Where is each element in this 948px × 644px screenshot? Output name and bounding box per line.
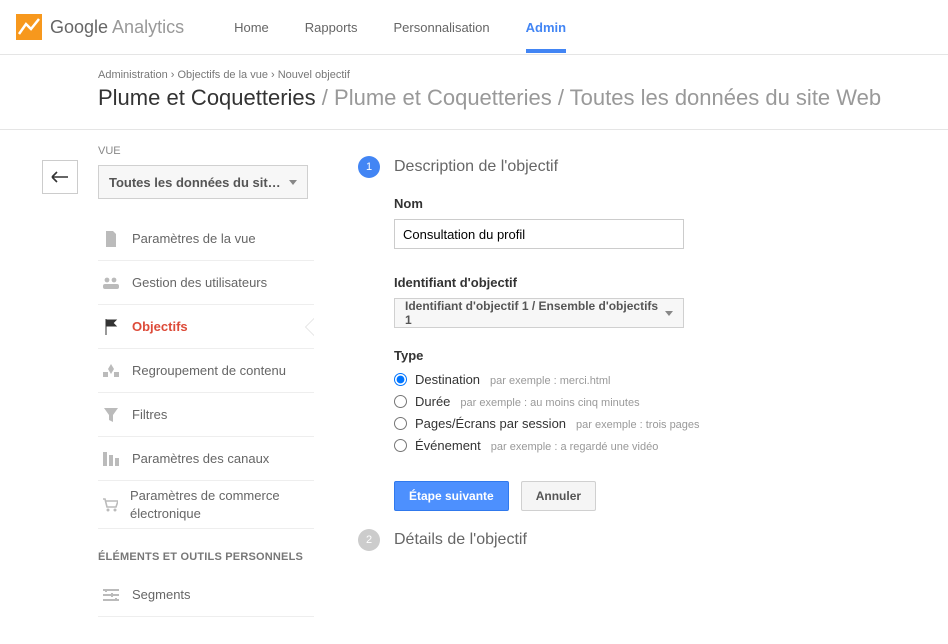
- breadcrumb: Administration › Objectifs de la vue › N…: [98, 69, 948, 81]
- nav-home[interactable]: Home: [234, 2, 269, 53]
- type-duration-label: Durée: [415, 394, 450, 409]
- cancel-button[interactable]: Annuler: [521, 481, 596, 511]
- name-label: Nom: [394, 196, 928, 211]
- type-pages-label: Pages/Écrans par session: [415, 416, 566, 431]
- type-pages-row[interactable]: Pages/Écrans par session par exemple : t…: [394, 415, 928, 431]
- goal-form: Nom Identifiant d'objectif Identifiant d…: [358, 196, 928, 511]
- main-nav: Home Rapports Personnalisation Admin: [234, 2, 566, 53]
- group-icon: [102, 364, 120, 378]
- nav-admin[interactable]: Admin: [526, 2, 566, 53]
- type-duration-radio[interactable]: [394, 395, 407, 408]
- body-wrap: VUE Toutes les données du sit… Paramètre…: [0, 130, 948, 617]
- file-icon: [102, 231, 120, 247]
- logo-analytics-text: Analytics: [112, 17, 184, 38]
- sidebar-item-view-settings[interactable]: Paramètres de la vue: [98, 217, 314, 261]
- sidebar-item-filters[interactable]: Filtres: [98, 393, 314, 437]
- title-view: Toutes les données du site Web: [570, 85, 881, 110]
- sidebar-item-label: Gestion des utilisateurs: [132, 275, 267, 290]
- sidebar-item-label: Filtres: [132, 407, 167, 422]
- back-button[interactable]: [42, 160, 78, 194]
- back-arrow-icon: [51, 171, 69, 183]
- step1-title: Description de l'objectif: [394, 158, 558, 176]
- title-account: Plume et Coquetteries: [98, 85, 316, 110]
- segments-icon: [102, 589, 120, 601]
- top-header: Google Analytics Home Rapports Personnal…: [0, 0, 948, 55]
- sidebar-item-label: Segments: [132, 587, 191, 602]
- step2-header: 2 Détails de l'objectif: [358, 529, 928, 551]
- sidebar-list: Paramètres de la vue Gestion des utilisa…: [98, 217, 314, 529]
- type-duration-row[interactable]: Durée par exemple : au moins cinq minute…: [394, 393, 928, 409]
- nav-reports[interactable]: Rapports: [305, 2, 358, 53]
- goalid-label: Identifiant d'objectif: [394, 275, 928, 290]
- channels-icon: [102, 452, 120, 466]
- type-event-radio[interactable]: [394, 439, 407, 452]
- type-event-label: Événement: [415, 438, 481, 453]
- type-event-row[interactable]: Événement par exemple : a regardé une vi…: [394, 437, 928, 453]
- sidebar-section-head: ÉLÉMENTS ET OUTILS PERSONNELS: [98, 551, 314, 563]
- filter-icon: [102, 408, 120, 422]
- logo-block[interactable]: Google Analytics: [16, 14, 184, 40]
- sidebar: VUE Toutes les données du sit… Paramètre…: [98, 130, 314, 617]
- next-step-button[interactable]: Étape suivante: [394, 481, 509, 511]
- type-label: Type: [394, 348, 928, 363]
- goal-id-select[interactable]: Identifiant d'objectif 1 / Ensemble d'ob…: [394, 298, 684, 328]
- sidebar-item-label: Paramètres de commerce électronique: [130, 487, 314, 522]
- goal-name-input[interactable]: [394, 219, 684, 249]
- view-select-text: Toutes les données du sit…: [109, 175, 281, 190]
- sidebar-view-label: VUE: [98, 145, 314, 157]
- type-destination-label: Destination: [415, 372, 480, 387]
- step2-title: Détails de l'objectif: [394, 531, 527, 549]
- title-sep2: /: [558, 85, 570, 110]
- type-pages-radio[interactable]: [394, 417, 407, 430]
- chevron-down-icon: [289, 180, 297, 185]
- sidebar-personal-list: Segments: [98, 573, 314, 617]
- title-sep1: /: [322, 85, 334, 110]
- breadcrumb-title-block: Administration › Objectifs de la vue › N…: [0, 55, 948, 130]
- type-destination-radio[interactable]: [394, 373, 407, 386]
- sidebar-item-user-mgmt[interactable]: Gestion des utilisateurs: [98, 261, 314, 305]
- step-badge-2: 2: [358, 529, 380, 551]
- type-event-hint: par exemple : a regardé une vidéo: [491, 441, 659, 453]
- goal-id-select-text: Identifiant d'objectif 1 / Ensemble d'ob…: [405, 299, 665, 327]
- users-icon: [102, 277, 120, 289]
- button-row: Étape suivante Annuler: [394, 481, 928, 511]
- step1-header: 1 Description de l'objectif: [358, 156, 928, 178]
- step-badge-1: 1: [358, 156, 380, 178]
- main-content: 1 Description de l'objectif Nom Identifi…: [314, 130, 948, 617]
- sidebar-item-ecommerce[interactable]: Paramètres de commerce électronique: [98, 481, 314, 529]
- sidebar-item-label: Paramètres des canaux: [132, 451, 269, 466]
- page-title: Plume et Coquetteries / Plume et Coquett…: [98, 85, 948, 111]
- type-duration-hint: par exemple : au moins cinq minutes: [460, 397, 639, 409]
- sidebar-item-channel-settings[interactable]: Paramètres des canaux: [98, 437, 314, 481]
- flag-icon: [102, 319, 120, 335]
- sidebar-item-goals[interactable]: Objectifs: [98, 305, 314, 349]
- sidebar-item-label: Regroupement de contenu: [132, 363, 286, 378]
- sidebar-item-segments[interactable]: Segments: [98, 573, 314, 617]
- nav-customization[interactable]: Personnalisation: [394, 2, 490, 53]
- sidebar-item-content-group[interactable]: Regroupement de contenu: [98, 349, 314, 393]
- view-select[interactable]: Toutes les données du sit…: [98, 165, 308, 199]
- type-destination-row[interactable]: Destination par exemple : merci.html: [394, 371, 928, 387]
- cart-icon: [102, 498, 118, 512]
- ga-logo-icon: [16, 14, 42, 40]
- title-property: Plume et Coquetteries: [334, 85, 552, 110]
- chevron-down-icon: [665, 311, 673, 316]
- logo-google-text: Google: [50, 17, 108, 38]
- sidebar-item-label: Paramètres de la vue: [132, 231, 256, 246]
- sidebar-item-label: Objectifs: [132, 319, 188, 334]
- type-pages-hint: par exemple : trois pages: [576, 419, 700, 431]
- type-destination-hint: par exemple : merci.html: [490, 375, 610, 387]
